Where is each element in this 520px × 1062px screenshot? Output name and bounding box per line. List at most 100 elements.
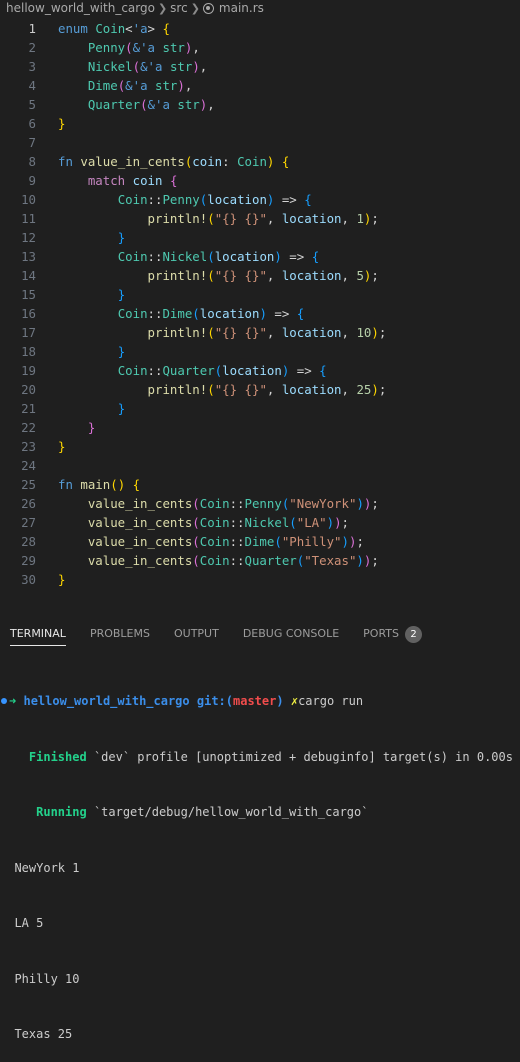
code-line[interactable]: 15 } [0,285,520,304]
prompt-repo: hellow_world_with_cargo [23,694,190,708]
code-text: } [117,401,126,416]
code-text: } [117,287,126,302]
terminal-finished-line: Finished `dev` profile [unoptimized + de… [0,748,520,767]
terminal-running-line: Running `target/debug/hellow_world_with_… [0,803,520,822]
breadcrumb-project[interactable]: hellow_world_with_cargo [6,1,155,15]
tab-ports[interactable]: PORTS 2 [363,624,422,646]
prompt-git-suffix: ) [276,694,284,708]
line-number: 11 [21,211,36,226]
code-line[interactable]: 27 value_in_cents(Coin::Nickel("LA")); [0,513,520,532]
line-number: 26 [21,496,36,511]
prompt-git-prefix: git:( [196,694,233,708]
terminal[interactable]: ➜ hellow_world_with_cargo git:(master) ✗… [0,655,520,1041]
output-text: Texas 25 [14,1027,73,1041]
line-number: 6 [28,116,36,131]
terminal-output-line: LA 5 [0,914,520,933]
code-line[interactable]: 3 Nickel(&'a str), [0,57,520,76]
tab-label: DEBUG CONSOLE [242,627,340,640]
code-line[interactable]: 22 } [0,418,520,437]
finished-label: Finished [28,749,87,764]
tab-label: PORTS [363,627,399,640]
code-line[interactable]: 16 Coin::Dime(location) => { [0,304,520,323]
line-number: 5 [28,97,36,112]
code-line[interactable]: 23} [0,437,520,456]
line-number: 20 [21,382,36,397]
code-text: fn value_in_cents(coin: Coin) { [58,154,290,169]
code-line[interactable]: 4 Dime(&'a str), [0,76,520,95]
line-number: 28 [21,534,36,549]
running-text: `target/debug/hellow_world_with_cargo` [93,805,369,819]
tab-terminal[interactable]: TERMINAL [10,624,66,646]
command-status-dot-icon[interactable] [1,698,7,705]
line-number: 2 [28,40,36,55]
line-number: 17 [21,325,36,340]
line-number: 24 [21,458,36,473]
code-text: Quarter(&'a str), [87,97,215,112]
code-text: } [58,572,66,587]
code-text: value_in_cents(Coin::Quarter("Texas")); [87,553,379,568]
code-text: Penny(&'a str), [87,40,200,55]
tab-output[interactable]: OUTPUT [174,624,219,646]
code-line[interactable]: 13 Coin::Nickel(location) => { [0,247,520,266]
line-number: 25 [21,477,36,492]
line-number: 13 [21,249,36,264]
tab-label: OUTPUT [173,627,219,640]
output-text: Philly 10 [14,971,80,986]
code-line[interactable]: 17 println!("{} {}", location, 10); [0,323,520,342]
tab-debug-console[interactable]: DEBUG CONSOLE [243,624,339,646]
code-line[interactable]: 30} [0,570,520,589]
panel-tabs: TERMINAL PROBLEMS OUTPUT DEBUG CONSOLE P… [0,624,520,646]
code-line[interactable]: 20 println!("{} {}", location, 25); [0,380,520,399]
code-text: Coin::Dime(location) => { [117,306,305,321]
code-line[interactable]: 9 match coin { [0,171,520,190]
code-text: } [58,439,66,454]
code-text: fn main() { [58,477,141,492]
chevron-right-icon: ❯ [190,1,200,15]
tab-label: PROBLEMS [89,627,150,640]
code-line[interactable]: 8 fn value_in_cents(coin: Coin) { [0,152,520,171]
code-line[interactable]: 29 value_in_cents(Coin::Quarter("Texas")… [0,551,520,570]
chevron-right-icon: ❯ [157,1,168,15]
code-line[interactable]: 19 Coin::Quarter(location) => { [0,361,520,380]
code-line[interactable]: 21 } [0,399,520,418]
code-line[interactable]: 25 fn main() { [0,475,520,494]
code-line[interactable]: 26 value_in_cents(Coin::Penny("NewYork")… [0,494,520,513]
code-line[interactable]: 2 Penny(&'a str), [0,38,520,57]
code-line[interactable]: 5 Quarter(&'a str), [0,95,520,114]
code-line[interactable]: 10 Coin::Penny(location) => { [0,190,520,209]
line-number: 21 [21,401,36,416]
code-line[interactable]: 12 } [0,228,520,247]
breadcrumb: hellow_world_with_cargo ❯ src ❯ main.rs [0,0,520,16]
terminal-prompt-line: ➜ hellow_world_with_cargo git:(master) ✗… [0,692,520,711]
code-text: } [87,420,96,435]
code-text: println!("{} {}", location, 5); [147,268,379,283]
line-number: 27 [21,515,36,530]
line-number: 30 [21,572,36,587]
code-line[interactable]: 14 println!("{} {}", location, 5); [0,266,520,285]
prompt-command: cargo run [298,694,364,708]
code-line[interactable]: 18 } [0,342,520,361]
code-text: println!("{} {}", location, 25); [147,382,387,397]
code-line[interactable]: 7 [0,133,520,152]
line-number: 1 [28,21,36,36]
code-line[interactable]: 24 [0,456,520,475]
code-line[interactable]: 1 enum Coin<'a> { [0,19,520,38]
code-text: } [117,230,126,245]
line-number: 19 [21,363,36,378]
prompt-branch: master [233,694,277,708]
breadcrumb-file[interactable]: main.rs [219,1,264,15]
code-line[interactable]: 28 value_in_cents(Coin::Dime("Philly")); [0,532,520,551]
code-text: println!("{} {}", location, 10); [147,325,387,340]
code-line[interactable]: 6} [0,114,520,133]
code-editor[interactable]: 1 enum Coin<'a> {2 Penny(&'a str), 3 Nicke… [0,19,520,594]
running-label: Running [36,805,87,819]
line-number: 23 [21,439,36,454]
terminal-output-line: Texas 25 [0,1025,520,1044]
tab-problems[interactable]: PROBLEMS [90,624,150,646]
code-line[interactable]: 11 println!("{} {}", location, 1); [0,209,520,228]
breadcrumb-folder[interactable]: src [170,1,188,15]
rust-file-icon [202,2,214,14]
code-text: value_in_cents(Coin::Penny("NewYork")); [87,496,379,511]
line-number: 14 [21,268,36,283]
terminal-output-line: NewYork 1 [0,859,520,878]
